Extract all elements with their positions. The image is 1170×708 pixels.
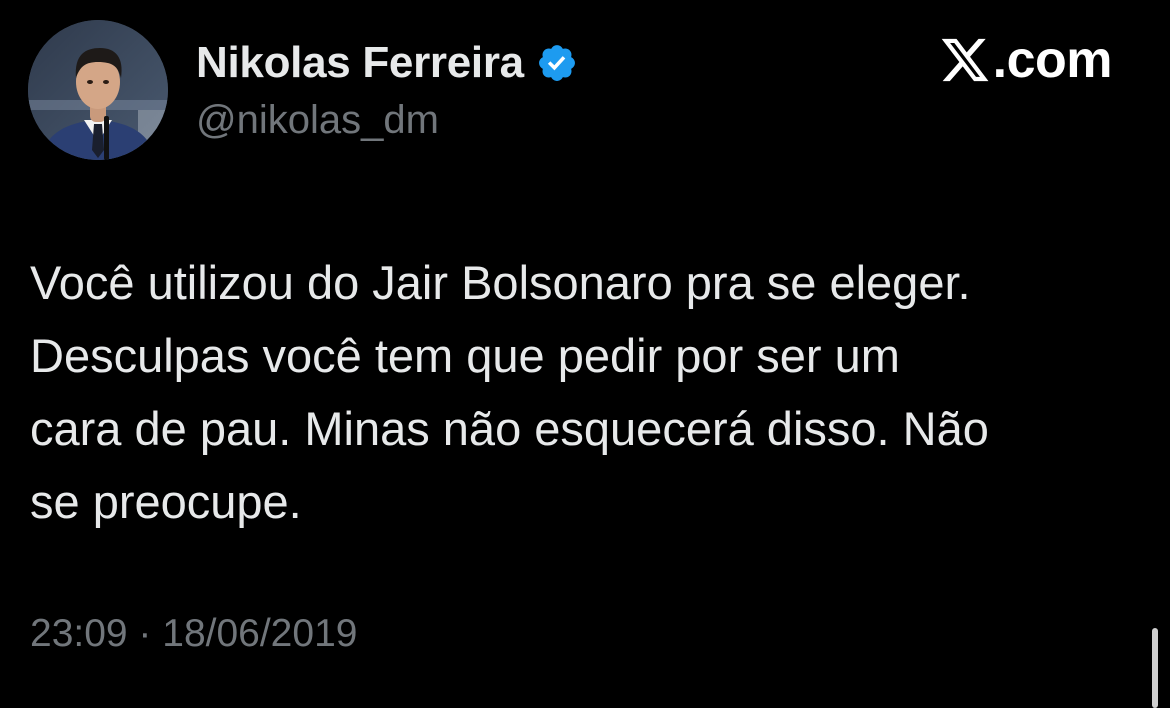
verified-badge-icon (536, 42, 578, 84)
avatar[interactable] (28, 20, 168, 160)
tweet-timestamp[interactable]: 23:09 · 18/06/2019 (30, 612, 357, 656)
author-display-name[interactable]: Nikolas Ferreira (196, 38, 524, 88)
watermark-text: .com (992, 31, 1113, 89)
author-handle[interactable]: @nikolas_dm (196, 98, 439, 143)
tweet-text: Você utilizou do Jair Bolsonaro pra se e… (30, 246, 1140, 538)
profile-photo (28, 20, 168, 160)
x-com-watermark: .com (939, 30, 1113, 90)
tweet-text-line: Você utilizou do Jair Bolsonaro pra se e… (30, 256, 971, 309)
tweet-text-line: se preocupe. (30, 475, 302, 528)
x-logo-icon (939, 34, 991, 86)
tweet-text-line: Desculpas você tem que pedir por ser um (30, 329, 900, 382)
author-name-row: Nikolas Ferreira (196, 36, 578, 90)
scrollbar[interactable] (1152, 628, 1158, 708)
tweet-text-line: cara de pau. Minas não esquecerá disso. … (30, 402, 989, 455)
